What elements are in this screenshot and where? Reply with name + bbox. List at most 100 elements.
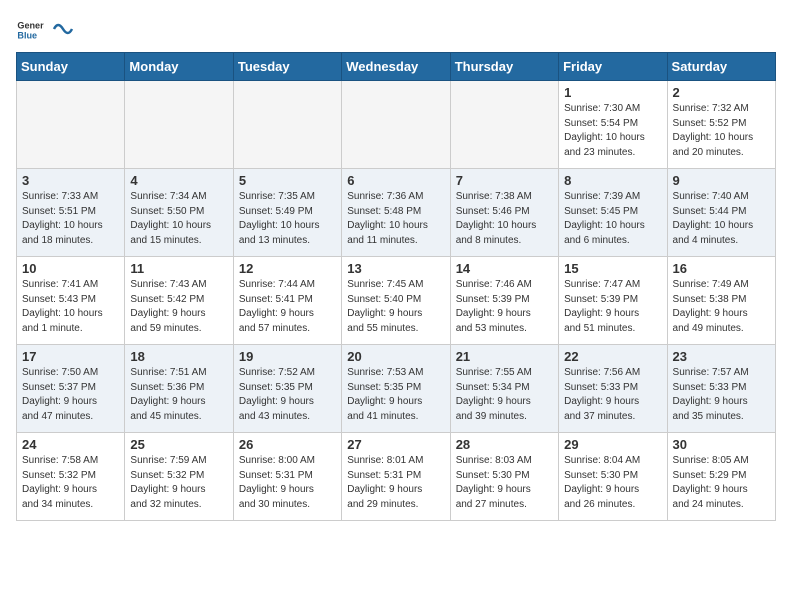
day-info: Sunrise: 7:32 AMSunset: 5:52 PMDaylight:… bbox=[673, 102, 770, 160]
day-info: Sunrise: 7:50 AMSunset: 5:37 PMDaylight:… bbox=[22, 366, 119, 424]
day-info: Sunrise: 7:47 AMSunset: 5:39 PMDaylight:… bbox=[564, 278, 661, 336]
calendar-cell: 18 Sunrise: 7:51 AMSunset: 5:36 PMDayligh… bbox=[125, 345, 233, 433]
day-number: 14 bbox=[456, 261, 553, 276]
day-info: Sunrise: 7:44 AMSunset: 5:41 PMDaylight:… bbox=[239, 278, 336, 336]
day-info: Sunrise: 8:01 AMSunset: 5:31 PMDaylight:… bbox=[347, 454, 444, 512]
calendar-cell: 15 Sunrise: 7:47 AMSunset: 5:39 PMDayligh… bbox=[559, 257, 667, 345]
day-number: 13 bbox=[347, 261, 444, 276]
day-info: Sunrise: 7:51 AMSunset: 5:36 PMDaylight:… bbox=[130, 366, 227, 424]
day-number: 2 bbox=[673, 85, 770, 100]
weekday-header-thursday: Thursday bbox=[450, 53, 558, 81]
calendar-cell bbox=[125, 81, 233, 169]
day-number: 22 bbox=[564, 349, 661, 364]
calendar-cell: 29Sunrise: 8:04 AMSunset: 5:30 PMDayligh… bbox=[559, 433, 667, 521]
day-info: Sunrise: 7:46 AMSunset: 5:39 PMDaylight:… bbox=[456, 278, 553, 336]
day-number: 21 bbox=[456, 349, 553, 364]
day-info: Sunrise: 7:33 AMSunset: 5:51 PMDaylight:… bbox=[22, 190, 119, 248]
day-number: 6 bbox=[347, 173, 444, 188]
weekday-header-friday: Friday bbox=[559, 53, 667, 81]
calendar-cell: 9 Sunrise: 7:40 AMSunset: 5:44 PMDaylight… bbox=[667, 169, 775, 257]
calendar-week-row: 1 Sunrise: 7:30 AMSunset: 5:54 PMDaylight… bbox=[17, 81, 776, 169]
weekday-header-sunday: Sunday bbox=[17, 53, 125, 81]
weekday-header-saturday: Saturday bbox=[667, 53, 775, 81]
day-number: 23 bbox=[673, 349, 770, 364]
day-info: Sunrise: 8:03 AMSunset: 5:30 PMDaylight:… bbox=[456, 454, 553, 512]
calendar-cell: 30 Sunrise: 8:05 AMSunset: 5:29 PMDayligh… bbox=[667, 433, 775, 521]
svg-text:Blue: Blue bbox=[17, 30, 37, 40]
day-info: Sunrise: 7:53 AMSunset: 5:35 PMDaylight:… bbox=[347, 366, 444, 424]
day-number: 28 bbox=[456, 437, 553, 452]
day-info: Sunrise: 7:40 AMSunset: 5:44 PMDaylight:… bbox=[673, 190, 770, 248]
calendar-cell: 10 Sunrise: 7:41 AMSunset: 5:43 PMDayligh… bbox=[17, 257, 125, 345]
calendar-cell: 21 Sunrise: 7:55 AMSunset: 5:34 PMDayligh… bbox=[450, 345, 558, 433]
calendar-cell: 16Sunrise: 7:49 AMSunset: 5:38 PMDayligh… bbox=[667, 257, 775, 345]
day-info: Sunrise: 7:52 AMSunset: 5:35 PMDaylight:… bbox=[239, 366, 336, 424]
day-number: 30 bbox=[673, 437, 770, 452]
day-info: Sunrise: 7:38 AMSunset: 5:46 PMDaylight:… bbox=[456, 190, 553, 248]
day-info: Sunrise: 7:39 AMSunset: 5:45 PMDaylight:… bbox=[564, 190, 661, 248]
calendar-cell bbox=[17, 81, 125, 169]
logo-wave-icon bbox=[52, 17, 74, 39]
day-info: Sunrise: 7:58 AMSunset: 5:32 PMDaylight:… bbox=[22, 454, 119, 512]
day-number: 12 bbox=[239, 261, 336, 276]
calendar-week-row: 10 Sunrise: 7:41 AMSunset: 5:43 PMDayligh… bbox=[17, 257, 776, 345]
calendar-cell: 23 Sunrise: 7:57 AMSunset: 5:33 PMDayligh… bbox=[667, 345, 775, 433]
calendar-week-row: 17 Sunrise: 7:50 AMSunset: 5:37 PMDayligh… bbox=[17, 345, 776, 433]
calendar-cell bbox=[233, 81, 341, 169]
day-number: 1 bbox=[564, 85, 661, 100]
calendar-table: SundayMondayTuesdayWednesdayThursdayFrid… bbox=[16, 52, 776, 521]
weekday-header-tuesday: Tuesday bbox=[233, 53, 341, 81]
day-info: Sunrise: 7:30 AMSunset: 5:54 PMDaylight:… bbox=[564, 102, 661, 160]
day-info: Sunrise: 8:00 AMSunset: 5:31 PMDaylight:… bbox=[239, 454, 336, 512]
day-number: 7 bbox=[456, 173, 553, 188]
day-info: Sunrise: 7:49 AMSunset: 5:38 PMDaylight:… bbox=[673, 278, 770, 336]
day-number: 17 bbox=[22, 349, 119, 364]
calendar-cell bbox=[342, 81, 450, 169]
day-info: Sunrise: 7:34 AMSunset: 5:50 PMDaylight:… bbox=[130, 190, 227, 248]
calendar-cell: 2 Sunrise: 7:32 AMSunset: 5:52 PMDaylight… bbox=[667, 81, 775, 169]
logo: General Blue bbox=[16, 16, 74, 44]
day-info: Sunrise: 7:41 AMSunset: 5:43 PMDaylight:… bbox=[22, 278, 119, 336]
day-info: Sunrise: 7:56 AMSunset: 5:33 PMDaylight:… bbox=[564, 366, 661, 424]
calendar-cell: 7 Sunrise: 7:38 AMSunset: 5:46 PMDaylight… bbox=[450, 169, 558, 257]
day-info: Sunrise: 7:36 AMSunset: 5:48 PMDaylight:… bbox=[347, 190, 444, 248]
day-info: Sunrise: 7:59 AMSunset: 5:32 PMDaylight:… bbox=[130, 454, 227, 512]
calendar-week-row: 3 Sunrise: 7:33 AMSunset: 5:51 PMDaylight… bbox=[17, 169, 776, 257]
calendar-cell: 6 Sunrise: 7:36 AMSunset: 5:48 PMDaylight… bbox=[342, 169, 450, 257]
calendar-cell: 20 Sunrise: 7:53 AMSunset: 5:35 PMDayligh… bbox=[342, 345, 450, 433]
day-number: 10 bbox=[22, 261, 119, 276]
calendar-cell: 22 Sunrise: 7:56 AMSunset: 5:33 PMDayligh… bbox=[559, 345, 667, 433]
day-number: 25 bbox=[130, 437, 227, 452]
calendar-cell: 28 Sunrise: 8:03 AMSunset: 5:30 PMDayligh… bbox=[450, 433, 558, 521]
day-number: 18 bbox=[130, 349, 227, 364]
day-number: 4 bbox=[130, 173, 227, 188]
calendar-cell: 27 Sunrise: 8:01 AMSunset: 5:31 PMDayligh… bbox=[342, 433, 450, 521]
day-number: 20 bbox=[347, 349, 444, 364]
day-info: Sunrise: 7:35 AMSunset: 5:49 PMDaylight:… bbox=[239, 190, 336, 248]
day-number: 3 bbox=[22, 173, 119, 188]
day-number: 27 bbox=[347, 437, 444, 452]
day-info: Sunrise: 7:43 AMSunset: 5:42 PMDaylight:… bbox=[130, 278, 227, 336]
day-number: 5 bbox=[239, 173, 336, 188]
weekday-header-row: SundayMondayTuesdayWednesdayThursdayFrid… bbox=[17, 53, 776, 81]
calendar-cell: 25 Sunrise: 7:59 AMSunset: 5:32 PMDayligh… bbox=[125, 433, 233, 521]
calendar-cell: 8Sunrise: 7:39 AMSunset: 5:45 PMDaylight… bbox=[559, 169, 667, 257]
calendar-cell: 24Sunrise: 7:58 AMSunset: 5:32 PMDayligh… bbox=[17, 433, 125, 521]
weekday-header-wednesday: Wednesday bbox=[342, 53, 450, 81]
day-info: Sunrise: 7:45 AMSunset: 5:40 PMDaylight:… bbox=[347, 278, 444, 336]
day-number: 15 bbox=[564, 261, 661, 276]
day-number: 26 bbox=[239, 437, 336, 452]
calendar-cell: 13 Sunrise: 7:45 AMSunset: 5:40 PMDayligh… bbox=[342, 257, 450, 345]
day-number: 29 bbox=[564, 437, 661, 452]
day-info: Sunrise: 7:57 AMSunset: 5:33 PMDaylight:… bbox=[673, 366, 770, 424]
calendar-cell: 3 Sunrise: 7:33 AMSunset: 5:51 PMDaylight… bbox=[17, 169, 125, 257]
day-info: Sunrise: 8:05 AMSunset: 5:29 PMDaylight:… bbox=[673, 454, 770, 512]
calendar-cell: 14 Sunrise: 7:46 AMSunset: 5:39 PMDayligh… bbox=[450, 257, 558, 345]
day-number: 9 bbox=[673, 173, 770, 188]
day-info: Sunrise: 7:55 AMSunset: 5:34 PMDaylight:… bbox=[456, 366, 553, 424]
logo-icon: General Blue bbox=[16, 16, 44, 44]
calendar-cell: 19 Sunrise: 7:52 AMSunset: 5:35 PMDayligh… bbox=[233, 345, 341, 433]
day-number: 19 bbox=[239, 349, 336, 364]
calendar-cell: 12 Sunrise: 7:44 AMSunset: 5:41 PMDayligh… bbox=[233, 257, 341, 345]
day-number: 11 bbox=[130, 261, 227, 276]
